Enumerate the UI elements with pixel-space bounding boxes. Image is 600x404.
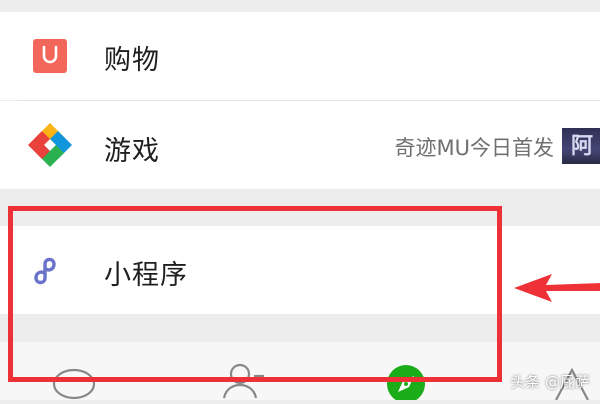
games-promo-thumbnail: 阿 xyxy=(562,128,600,164)
games-promo-text: 奇迹MU今日首发 xyxy=(394,136,555,160)
menu-item-shopping-label: 购物 xyxy=(104,45,160,76)
menu-item-shopping[interactable]: 购物 xyxy=(0,12,600,100)
watermark: 头条 @屁萨 xyxy=(510,373,590,391)
highlight-box xyxy=(8,206,502,382)
menu-item-games-label: 游戏 xyxy=(104,136,160,167)
annotation-arrow-icon xyxy=(514,274,600,302)
shopping-bag-icon xyxy=(33,39,67,73)
games-icon xyxy=(26,121,74,169)
